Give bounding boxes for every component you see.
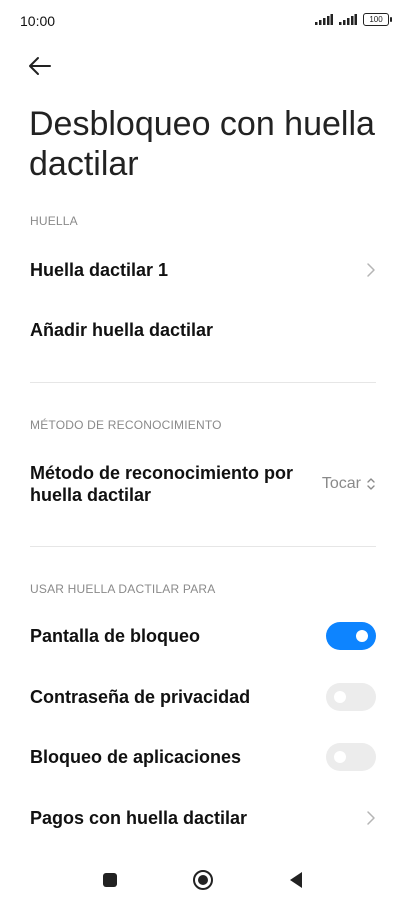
add-fingerprint-item[interactable]: Añadir huella dactilar (30, 318, 376, 342)
chevron-right-icon (367, 811, 375, 825)
fingerprint-payments-label: Pagos con huella dactilar (30, 808, 248, 828)
status-icons: 100 (315, 13, 392, 26)
recognition-method-value: Tocar (322, 475, 376, 493)
app-lock-toggle[interactable] (326, 743, 376, 771)
status-time: 10:00 (20, 13, 56, 29)
fingerprint-1-item[interactable]: Huella dactilar 1 (30, 258, 376, 282)
page-title: Desbloqueo con huella dactilar (29, 105, 375, 183)
add-fingerprint-label: Añadir huella dactilar (30, 320, 214, 340)
toggle-knob (356, 630, 368, 642)
toggle-knob (334, 691, 346, 703)
lock-screen-label: Pantalla de bloqueo (30, 626, 201, 646)
lock-screen-toggle[interactable] (326, 622, 376, 650)
app-lock-label: Bloqueo de aplicaciones (30, 747, 242, 767)
unfold-icon (367, 478, 375, 490)
arrow-left-icon (29, 57, 51, 75)
battery-icon: 100 (363, 13, 392, 26)
signal-icon (315, 14, 333, 25)
divider (30, 382, 376, 383)
recognition-method-label: Método de reconocimiento por huella dact… (30, 463, 294, 505)
home-icon[interactable] (192, 869, 214, 891)
privacy-password-toggle[interactable] (326, 683, 376, 711)
section-header-method: MÉTODO DE RECONOCIMIENTO (30, 418, 222, 432)
divider (30, 546, 376, 547)
recognition-method-item[interactable]: Método de reconocimiento por huella dact… (30, 462, 376, 506)
privacy-password-label: Contraseña de privacidad (30, 687, 251, 707)
fingerprint-payments-item[interactable]: Pagos con huella dactilar (30, 806, 376, 830)
section-header-use-for: USAR HUELLA DACTILAR PARA (30, 582, 216, 596)
fingerprint-1-label: Huella dactilar 1 (30, 260, 169, 280)
section-header-fingerprint: HUELLA (30, 214, 78, 228)
signal-icon (339, 14, 357, 25)
lock-screen-item[interactable]: Pantalla de bloqueo (30, 622, 376, 650)
chevron-right-icon (367, 263, 375, 277)
status-bar: 10:00 100 (0, 0, 407, 44)
back-nav-icon[interactable] (288, 870, 304, 890)
recognition-method-value-text: Tocar (321, 475, 361, 492)
navigation-bar (0, 858, 407, 902)
privacy-password-item[interactable]: Contraseña de privacidad (30, 683, 376, 711)
app-lock-item[interactable]: Bloqueo de aplicaciones (30, 743, 376, 771)
recents-icon[interactable] (102, 872, 118, 888)
toggle-knob (334, 751, 346, 763)
back-button[interactable] (26, 52, 56, 80)
